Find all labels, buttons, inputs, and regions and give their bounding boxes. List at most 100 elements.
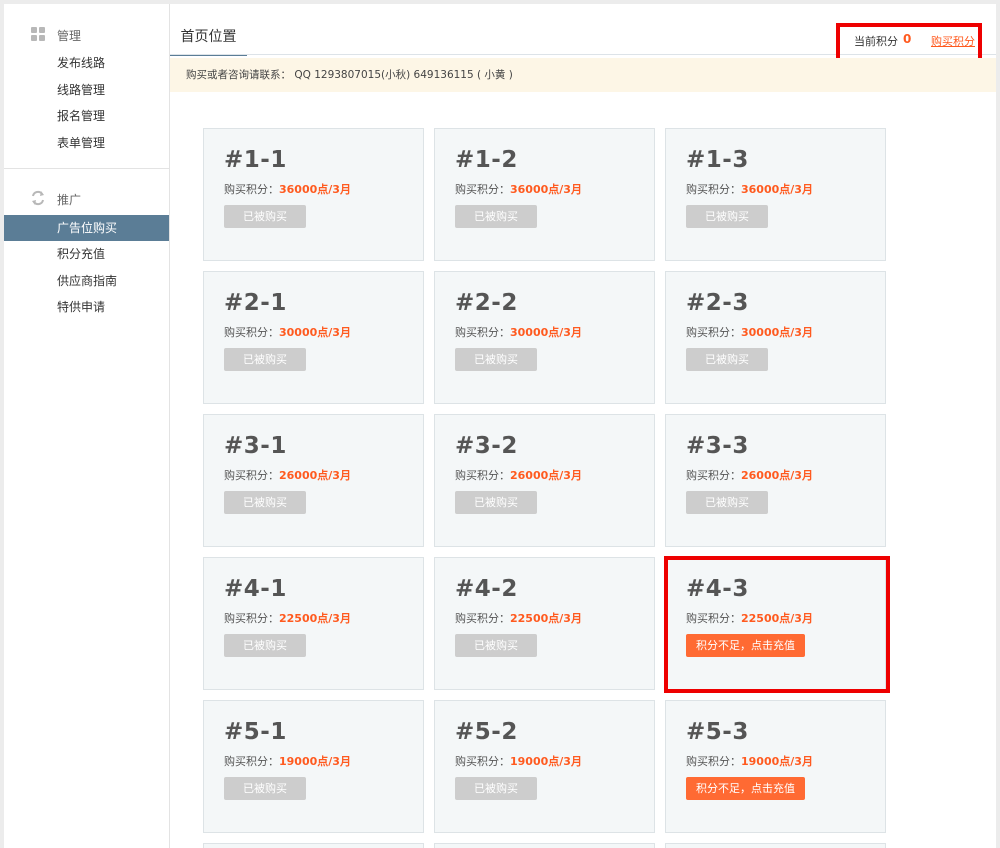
sold-out-button: 已被购买 xyxy=(686,348,768,371)
price-label: 购买积分： xyxy=(455,612,510,625)
sold-out-button: 已被购买 xyxy=(224,205,306,228)
slot-number: #3-3 xyxy=(686,433,749,459)
price-value: 26000点/3月 xyxy=(279,469,351,482)
sold-out-button: 已被购买 xyxy=(224,777,306,800)
slot-price: 购买积分：22500点/3月 xyxy=(224,610,351,626)
price-value: 19000点/3月 xyxy=(510,755,582,768)
contact-notice: 购买或者咨询请联系： QQ 1293807015(小秋) 649136115 (… xyxy=(170,58,996,92)
sold-out-button: 已被购买 xyxy=(455,205,537,228)
slot-number: #5-1 xyxy=(224,719,287,745)
price-label: 购买积分： xyxy=(686,755,741,768)
ad-slot-card: #4-3 购买积分：22500点/3月积分不足，点击充值 xyxy=(665,557,886,690)
price-label: 购买积分： xyxy=(686,469,741,482)
ad-slot-card: #3-2 购买积分：26000点/3月 已被购买 xyxy=(434,414,655,547)
slot-number: #4-1 xyxy=(224,576,287,602)
sidebar-item-special-apply[interactable]: 特供申请 xyxy=(4,294,169,320)
slot-price: 购买积分：36000点/3月 xyxy=(455,181,582,197)
sidebar-item-signup-manage[interactable]: 报名管理 xyxy=(4,103,169,129)
price-value: 26000点/3月 xyxy=(510,469,582,482)
ad-slot-card: #1-2 购买积分：36000点/3月已被购买 xyxy=(434,128,655,261)
ad-slot-card: #2-3 购买积分：30000点/3月 已被购买 xyxy=(665,271,886,404)
price-value: 30000点/3月 xyxy=(279,326,351,339)
ad-slot-card: #5-1 购买积分：19000点/3月已被购买 xyxy=(203,700,424,833)
recharge-button[interactable]: 积分不足，点击充值 xyxy=(686,777,805,800)
sidebar-item-supplier-guide[interactable]: 供应商指南 xyxy=(4,268,169,294)
price-label: 购买积分： xyxy=(224,326,279,339)
sold-out-button: 已被购买 xyxy=(455,634,537,657)
sidebar-item-form-manage[interactable]: 表单管理 xyxy=(4,130,169,156)
ad-slot-card: #4-1 购买积分：22500点/3月已被购买 xyxy=(203,557,424,690)
sidebar-divider xyxy=(4,168,169,169)
price-value: 36000点/3月 xyxy=(510,183,582,196)
slot-price: 购买积分：19000点/3月 xyxy=(224,753,351,769)
sidebar-item-points-recharge[interactable]: 积分充值 xyxy=(4,241,169,267)
slot-price: 购买积分：26000点/3月 xyxy=(224,467,351,483)
slot-price: 购买积分：30000点/3月 xyxy=(455,324,582,340)
sold-out-button: 已被购买 xyxy=(455,777,537,800)
price-value: 22500点/3月 xyxy=(510,612,582,625)
ad-slot-card: #3-3 购买积分：26000点/3月已被购买 xyxy=(665,414,886,547)
ad-slot-card: #2-1 购买积分：30000点/3月已被购买 xyxy=(203,271,424,404)
price-label: 购买积分： xyxy=(224,612,279,625)
sold-out-button: 已被购买 xyxy=(224,634,306,657)
ad-slot-card: #1-3 购买积分：36000点/3月 已被购买 xyxy=(665,128,886,261)
grid-icon xyxy=(31,27,45,41)
price-label: 购买积分： xyxy=(455,183,510,196)
price-label: 购买积分： xyxy=(455,326,510,339)
ad-slot-card: #3-1 购买积分：26000点/3月已被购买 xyxy=(203,414,424,547)
slot-number: #4-2 xyxy=(455,576,518,602)
recharge-button[interactable]: 积分不足，点击充值 xyxy=(686,634,805,657)
slot-number: #5-2 xyxy=(455,719,518,745)
slot-number: #5-3 xyxy=(686,719,749,745)
price-value: 19000点/3月 xyxy=(279,755,351,768)
ad-slot-card: #2-2 购买积分：30000点/3月 已被购买 xyxy=(434,271,655,404)
page-frame: 管理 发布线路 线路管理 报名管理 表单管理 推广 广告位购买 积分充值 供应商… xyxy=(4,4,996,848)
slot-number: #1-2 xyxy=(455,147,518,173)
slot-price: 购买积分：36000点/3月 xyxy=(224,181,351,197)
price-value: 36000点/3月 xyxy=(279,183,351,196)
sidebar-item-publish-route[interactable]: 发布线路 xyxy=(4,50,169,76)
ad-slot-card: #4-2 购买积分：22500点/3月已被购买 xyxy=(434,557,655,690)
price-label: 购买积分： xyxy=(455,755,510,768)
slot-number: #2-2 xyxy=(455,290,518,316)
ad-slot-card: #5-2 购买积分：19000点/3月已被购买 xyxy=(434,700,655,833)
sidebar-group-label: 推广 xyxy=(57,193,82,207)
sidebar-group-manage: 管理 xyxy=(4,24,169,44)
slot-price: 购买积分：36000点/3月 xyxy=(686,181,813,197)
ad-slot-card: #5-3 购买积分：19000点/3月积分不足，点击充值 xyxy=(665,700,886,833)
price-label: 购买积分： xyxy=(224,183,279,196)
slot-price: 购买积分：26000点/3月 xyxy=(455,467,582,483)
sidebar-item-route-manage[interactable]: 线路管理 xyxy=(4,77,169,103)
price-label: 购买积分： xyxy=(686,612,741,625)
sidebar-group-label: 管理 xyxy=(57,29,82,43)
sold-out-button: 已被购买 xyxy=(686,491,768,514)
price-value: 26000点/3月 xyxy=(741,469,813,482)
sidebar-item-ad-purchase[interactable]: 广告位购买 xyxy=(4,215,169,241)
price-value: 36000点/3月 xyxy=(741,183,813,196)
sidebar: 管理 发布线路 线路管理 报名管理 表单管理 推广 广告位购买 积分充值 供应商… xyxy=(4,4,170,848)
price-label: 购买积分： xyxy=(224,469,279,482)
price-value: 30000点/3月 xyxy=(741,326,813,339)
price-value: 22500点/3月 xyxy=(279,612,351,625)
price-label: 购买积分： xyxy=(686,183,741,196)
refresh-icon xyxy=(32,190,44,206)
sold-out-button: 已被购买 xyxy=(224,348,306,371)
ad-slot-card xyxy=(434,843,655,848)
price-value: 19000点/3月 xyxy=(741,755,813,768)
ad-slot-card: #1-1 购买积分：36000点/3月 已被购买 xyxy=(203,128,424,261)
ad-slot-card xyxy=(665,843,886,848)
slot-price: 购买积分：30000点/3月 xyxy=(224,324,351,340)
sold-out-button: 已被购买 xyxy=(224,491,306,514)
slot-price: 购买积分：30000点/3月 xyxy=(686,324,813,340)
slot-price: 购买积分：19000点/3月 xyxy=(455,753,582,769)
price-value: 22500点/3月 xyxy=(741,612,813,625)
slot-number: #4-3 xyxy=(686,576,749,602)
slot-price: 购买积分：26000点/3月 xyxy=(686,467,813,483)
sidebar-group-promote: 推广 xyxy=(4,188,169,208)
price-value: 30000点/3月 xyxy=(510,326,582,339)
slot-number: #2-1 xyxy=(224,290,287,316)
slot-number: #1-3 xyxy=(686,147,749,173)
slot-price: 购买积分：19000点/3月 xyxy=(686,753,813,769)
slot-number: #3-1 xyxy=(224,433,287,459)
tab-home-position[interactable]: 首页位置 xyxy=(170,26,247,56)
